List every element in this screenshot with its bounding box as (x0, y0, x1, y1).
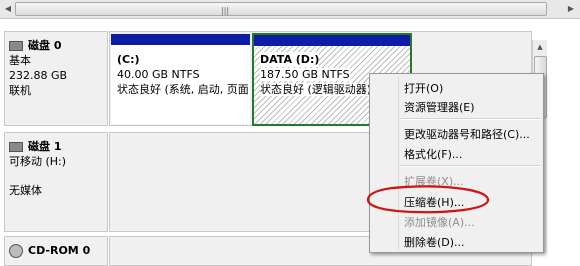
menu-gutter (398, 76, 399, 250)
scroll-right-arrow-icon[interactable]: ▶ (563, 0, 579, 17)
disk-type: 可移动 (H:) (9, 155, 67, 168)
menu-separator (400, 118, 540, 120)
menu-item-add-mirror: 添加镜像(A)... (404, 216, 475, 229)
context-menu: 打开(O) 资源管理器(E) 更改驱动器号和路径(C)... 格式化(F)...… (369, 73, 544, 253)
horizontal-scroll-thumb[interactable]: ||| (15, 2, 547, 16)
cd-icon (9, 243, 23, 258)
disk-name: CD-ROM 0 (28, 244, 91, 257)
partition-bar (111, 34, 250, 45)
partition-status: 状态良好 (逻辑驱动器) (260, 83, 372, 96)
menu-separator (400, 165, 540, 167)
disk-type: 基本 (9, 54, 31, 67)
partition-title: (C:) (117, 53, 140, 66)
disk-icon (9, 141, 23, 152)
disk-media: 无媒体 (9, 184, 42, 197)
partition-title: DATA (D:) (260, 52, 320, 67)
scroll-left-arrow-icon[interactable]: ◀ (0, 0, 16, 17)
menu-item-delete-volume[interactable]: 删除卷(D)... (404, 234, 465, 250)
scroll-grip-icon: ||| (221, 6, 230, 15)
disk-icon (9, 40, 23, 51)
disk-name: 磁盘 0 (28, 39, 62, 52)
disk-name: 磁盘 1 (28, 140, 62, 153)
disk-size: 232.88 GB (9, 69, 68, 82)
menu-item-shrink-volume[interactable]: 压缩卷(H)... (404, 194, 464, 210)
disk-1-label[interactable]: 磁盘 1 可移动 (H:) 无媒体 (4, 132, 108, 232)
menu-item-change-drive-letter[interactable]: 更改驱动器号和路径(C)... (404, 126, 530, 142)
partition-size: 187.50 GB NTFS (260, 68, 350, 81)
partition-status: 状态良好 (系统, 启动, 页面 (117, 83, 249, 96)
partition-size: 40.00 GB NTFS (117, 68, 200, 81)
partition-c[interactable]: (C:) 40.00 GB NTFS 状态良好 (系统, 启动, 页面 (111, 34, 250, 124)
menu-item-explorer[interactable]: 资源管理器(E) (404, 99, 475, 115)
scroll-up-arrow-icon[interactable]: ▲ (533, 40, 547, 54)
cdrom-0-label[interactable]: CD-ROM 0 (4, 236, 108, 266)
partition-bar (254, 35, 410, 46)
disk-0-label[interactable]: 磁盘 0 基本 232.88 GB 联机 (4, 31, 108, 126)
horizontal-scrollbar[interactable]: ◀ ||| ▶ (0, 0, 580, 19)
disk-status: 联机 (9, 84, 31, 97)
menu-item-format[interactable]: 格式化(F)... (404, 146, 462, 162)
menu-item-extend-volume: 扩展卷(X)... (404, 175, 464, 188)
menu-item-open[interactable]: 打开(O) (404, 80, 443, 96)
